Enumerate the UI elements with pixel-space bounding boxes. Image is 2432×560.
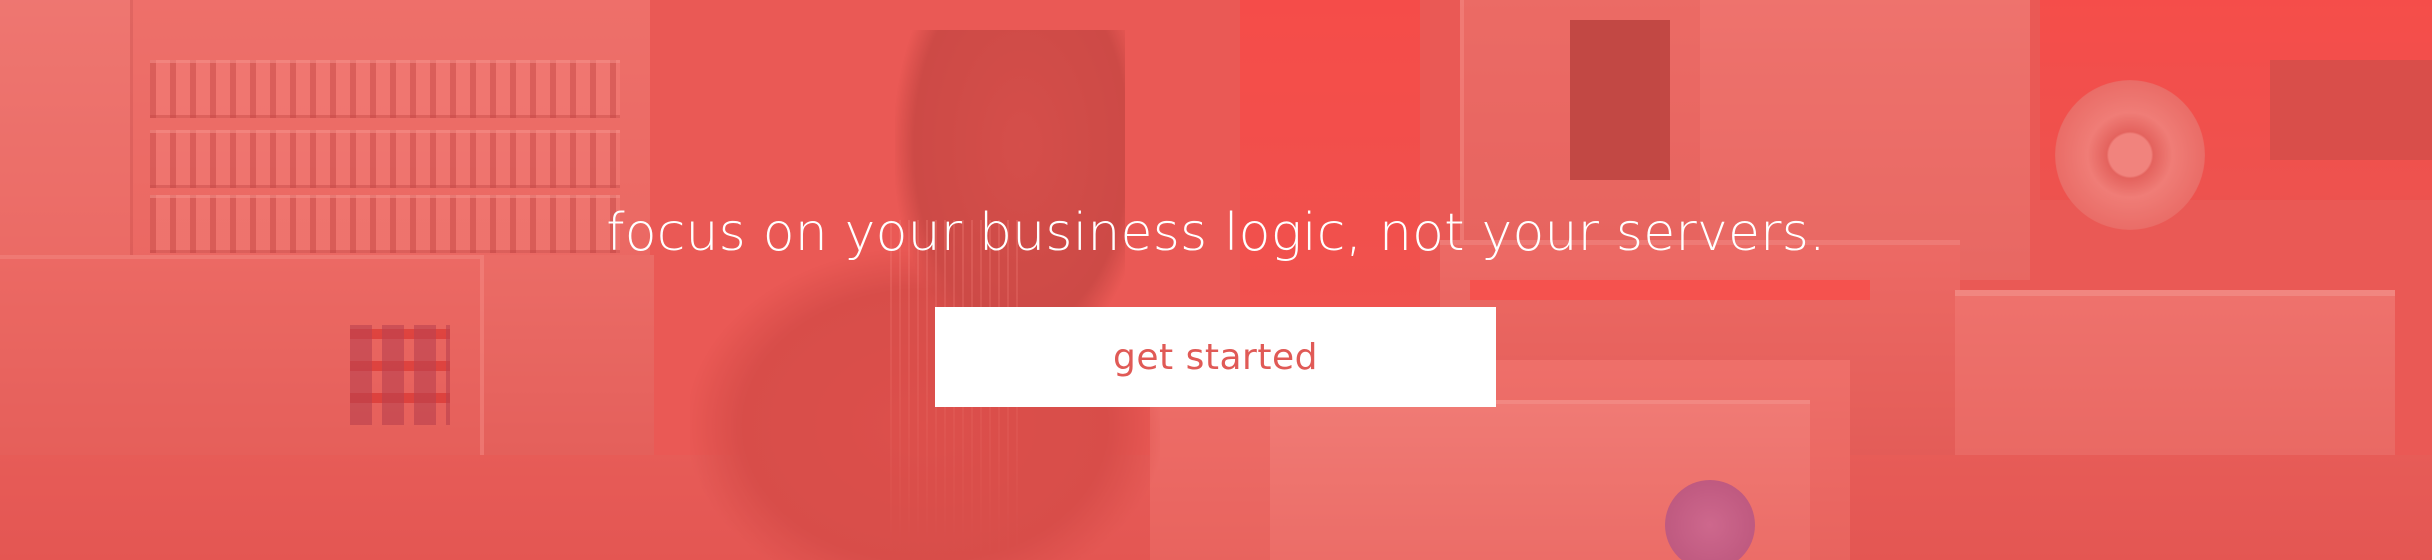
get-started-button[interactable]: get started: [935, 307, 1496, 407]
hero-headline: focus on your business logic, not your s…: [606, 202, 1826, 263]
hero-banner: focus on your business logic, not your s…: [0, 0, 2432, 560]
background-photo: [0, 0, 2432, 560]
color-overlay: [0, 0, 2432, 560]
